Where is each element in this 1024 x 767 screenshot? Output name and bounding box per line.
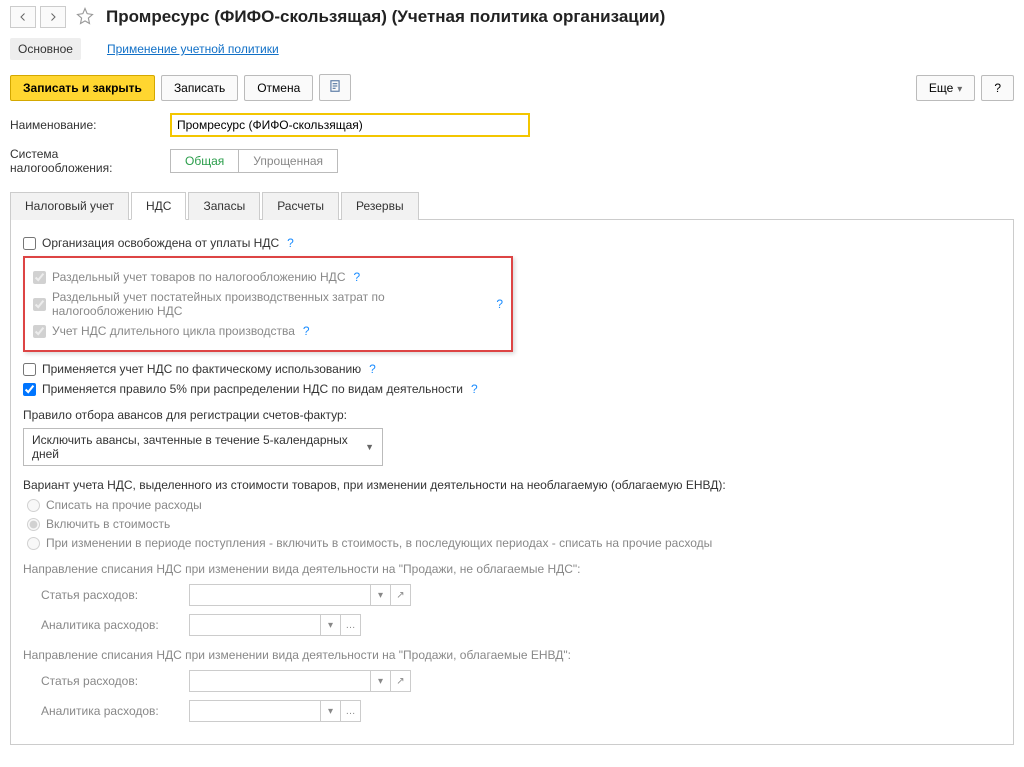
expense-item-label-1: Статья расходов: xyxy=(41,588,181,602)
favorite-star-icon[interactable] xyxy=(76,7,94,28)
tab-reserves[interactable]: Резервы xyxy=(341,192,419,220)
exempt-label: Организация освобождена от уплаты НДС xyxy=(42,236,279,250)
tab-calculations[interactable]: Расчеты xyxy=(262,192,339,220)
tax-simple-button[interactable]: Упрощенная xyxy=(238,149,338,173)
help-icon[interactable]: ? xyxy=(369,362,376,376)
tax-system-toggle: Общая Упрощенная xyxy=(170,149,338,173)
tax-general-button[interactable]: Общая xyxy=(170,149,238,173)
variant-r3-label: При изменении в периоде поступления - вк… xyxy=(46,536,712,550)
help-icon[interactable]: ? xyxy=(353,270,360,284)
show-icon[interactable]: ↗ xyxy=(390,671,410,691)
expense-analytics-label-2: Аналитика расходов: xyxy=(41,704,181,718)
exempt-checkbox[interactable] xyxy=(23,237,36,250)
expense-analytics-input-2 xyxy=(190,701,320,721)
document-icon xyxy=(328,79,342,93)
more-icon[interactable]: … xyxy=(340,701,360,721)
nav-forward-button[interactable] xyxy=(40,6,66,28)
help-button[interactable]: ? xyxy=(981,75,1014,101)
highlighted-box: Раздельный учет товаров по налогообложен… xyxy=(23,256,513,352)
help-icon[interactable]: ? xyxy=(287,236,294,250)
writeoff1-label: Направление списания НДС при изменении в… xyxy=(23,562,1001,576)
variant-r3 xyxy=(27,537,40,550)
expense-item-combo-2[interactable]: ▾ ↗ xyxy=(189,670,411,692)
open-icon[interactable]: ▾ xyxy=(320,615,340,635)
section-main[interactable]: Основное xyxy=(10,38,81,60)
name-label: Наименование: xyxy=(10,118,160,132)
tax-system-label: Система налогообложения: xyxy=(10,147,160,175)
expense-item-label-2: Статья расходов: xyxy=(41,674,181,688)
help-icon[interactable]: ? xyxy=(496,297,503,311)
variant-r2-label: Включить в стоимость xyxy=(46,517,170,531)
more-icon[interactable]: … xyxy=(340,615,360,635)
sep-costs-label: Раздельный учет постатейных производстве… xyxy=(52,290,488,318)
cancel-button[interactable]: Отмена xyxy=(244,75,313,101)
advance-rule-select[interactable]: Исключить авансы, зачтенные в течение 5-… xyxy=(23,428,383,466)
open-icon[interactable]: ▾ xyxy=(320,701,340,721)
more-button[interactable]: Еще▾ xyxy=(916,75,975,101)
open-icon[interactable]: ▾ xyxy=(370,585,390,605)
long-cycle-checkbox xyxy=(33,325,46,338)
expense-item-input-2 xyxy=(190,671,370,691)
show-icon[interactable]: ↗ xyxy=(390,585,410,605)
save-close-button[interactable]: Записать и закрыть xyxy=(10,75,155,101)
variant-r2 xyxy=(27,518,40,531)
expense-analytics-combo-2[interactable]: ▾ … xyxy=(189,700,361,722)
variant-r1 xyxy=(27,499,40,512)
tab-nds[interactable]: НДС xyxy=(131,192,186,220)
tab-tax-accounting[interactable]: Налоговый учет xyxy=(10,192,129,220)
expense-analytics-label-1: Аналитика расходов: xyxy=(41,618,181,632)
help-icon[interactable]: ? xyxy=(303,324,310,338)
save-button[interactable]: Записать xyxy=(161,75,238,101)
sep-goods-checkbox xyxy=(33,271,46,284)
sep-costs-checkbox xyxy=(33,298,46,311)
nav-back-button[interactable] xyxy=(10,6,36,28)
variant-label: Вариант учета НДС, выделенного из стоимо… xyxy=(23,478,1001,492)
open-icon[interactable]: ▾ xyxy=(370,671,390,691)
expense-item-combo-1[interactable]: ▾ ↗ xyxy=(189,584,411,606)
rule5-label: Применяется правило 5% при распределении… xyxy=(42,382,463,396)
page-title: Промресурс (ФИФО-скользящая) (Учетная по… xyxy=(106,7,665,27)
section-policy-link[interactable]: Применение учетной политики xyxy=(99,38,287,60)
name-input[interactable] xyxy=(170,113,530,137)
long-cycle-label: Учет НДС длительного цикла производства xyxy=(52,324,295,338)
advance-rule-label: Правило отбора авансов для регистрации с… xyxy=(23,408,1001,422)
help-icon[interactable]: ? xyxy=(471,382,478,396)
chevron-down-icon: ▼ xyxy=(365,442,374,452)
actual-use-checkbox[interactable] xyxy=(23,363,36,376)
expense-analytics-combo-1[interactable]: ▾ … xyxy=(189,614,361,636)
writeoff2-label: Направление списания НДС при изменении в… xyxy=(23,648,1001,662)
report-button[interactable] xyxy=(319,74,351,101)
rule5-checkbox[interactable] xyxy=(23,383,36,396)
actual-use-label: Применяется учет НДС по фактическому исп… xyxy=(42,362,361,376)
expense-item-input-1 xyxy=(190,585,370,605)
sep-goods-label: Раздельный учет товаров по налогообложен… xyxy=(52,270,345,284)
expense-analytics-input-1 xyxy=(190,615,320,635)
tab-stocks[interactable]: Запасы xyxy=(188,192,260,220)
variant-r1-label: Списать на прочие расходы xyxy=(46,498,202,512)
chevron-down-icon: ▾ xyxy=(957,84,962,95)
advance-rule-value: Исключить авансы, зачтенные в течение 5-… xyxy=(32,433,365,461)
